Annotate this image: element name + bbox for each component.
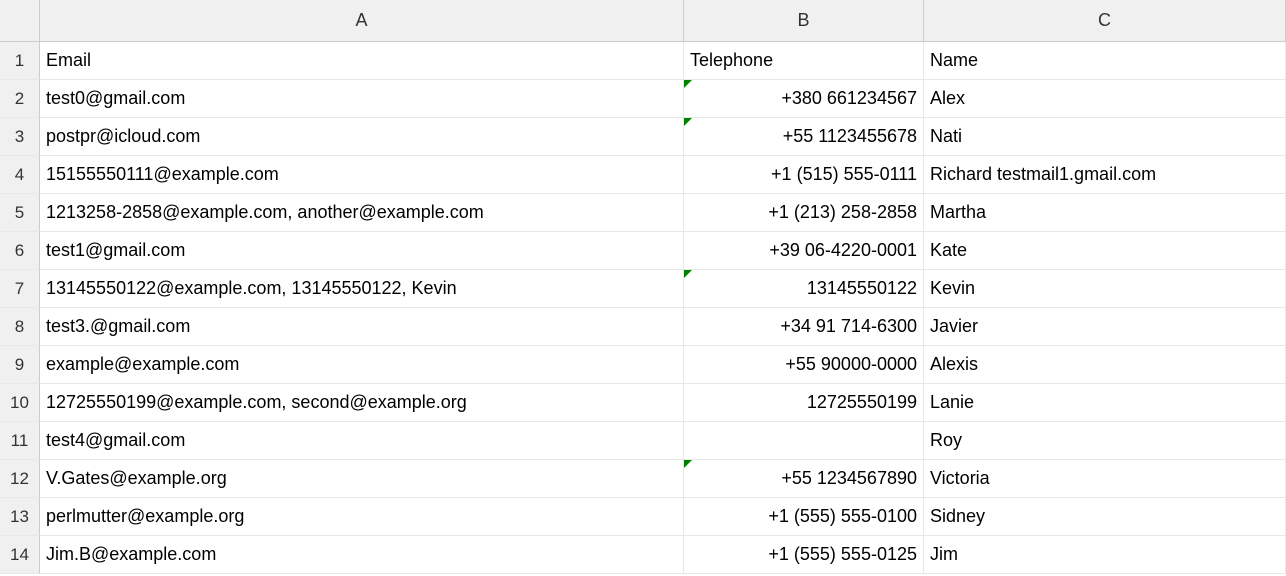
cell-A12[interactable]: V.Gates@example.org [40, 460, 684, 498]
cell-C7[interactable]: Kevin [924, 270, 1286, 308]
row-header[interactable]: 7 [0, 270, 40, 308]
row-header[interactable]: 9 [0, 346, 40, 384]
cell-C13[interactable]: Sidney [924, 498, 1286, 536]
cell-B12[interactable]: +55 1234567890 [684, 460, 924, 498]
row-header[interactable]: 3 [0, 118, 40, 156]
cell-B2[interactable]: +380 661234567 [684, 80, 924, 118]
cell-A7[interactable]: 13145550122@example.com, 13145550122, Ke… [40, 270, 684, 308]
cell-C6[interactable]: Kate [924, 232, 1286, 270]
cell-B7[interactable]: 13145550122 [684, 270, 924, 308]
cell-C12[interactable]: Victoria [924, 460, 1286, 498]
row-header[interactable]: 12 [0, 460, 40, 498]
select-all-corner[interactable] [0, 0, 40, 42]
cell-A13[interactable]: perlmutter@example.org [40, 498, 684, 536]
cell-C8[interactable]: Javier [924, 308, 1286, 346]
cell-B11[interactable] [684, 422, 924, 460]
cell-C4[interactable]: Richard testmail1.gmail.com [924, 156, 1286, 194]
cell-A4[interactable]: 15155550111@example.com [40, 156, 684, 194]
cell-B3[interactable]: +55 1123455678 [684, 118, 924, 156]
spreadsheet-grid[interactable]: A B C 1 Email Telephone Name 2 test0@gma… [0, 0, 1286, 574]
row-header[interactable]: 5 [0, 194, 40, 232]
cell-B13[interactable]: +1 (555) 555-0100 [684, 498, 924, 536]
cell-B5[interactable]: +1 (213) 258-2858 [684, 194, 924, 232]
cell-B1[interactable]: Telephone [684, 42, 924, 80]
row-header[interactable]: 14 [0, 536, 40, 574]
row-header[interactable]: 8 [0, 308, 40, 346]
col-header-C[interactable]: C [924, 0, 1286, 42]
col-header-B[interactable]: B [684, 0, 924, 42]
row-header[interactable]: 10 [0, 384, 40, 422]
cell-C1[interactable]: Name [924, 42, 1286, 80]
cell-B6[interactable]: +39 06-4220-0001 [684, 232, 924, 270]
cell-C2[interactable]: Alex [924, 80, 1286, 118]
row-header[interactable]: 11 [0, 422, 40, 460]
cell-C14[interactable]: Jim [924, 536, 1286, 574]
cell-A14[interactable]: Jim.B@example.com [40, 536, 684, 574]
cell-A2[interactable]: test0@gmail.com [40, 80, 684, 118]
row-header[interactable]: 4 [0, 156, 40, 194]
cell-A5[interactable]: 1213258-2858@example.com, another@exampl… [40, 194, 684, 232]
cell-A1[interactable]: Email [40, 42, 684, 80]
cell-C10[interactable]: Lanie [924, 384, 1286, 422]
cell-A3[interactable]: postpr@icloud.com [40, 118, 684, 156]
cell-A10[interactable]: 12725550199@example.com, second@example.… [40, 384, 684, 422]
cell-C11[interactable]: Roy [924, 422, 1286, 460]
col-header-A[interactable]: A [40, 0, 684, 42]
row-header[interactable]: 13 [0, 498, 40, 536]
row-header[interactable]: 2 [0, 80, 40, 118]
cell-B8[interactable]: +34 91 714-6300 [684, 308, 924, 346]
cell-B4[interactable]: +1 (515) 555-0111 [684, 156, 924, 194]
cell-B9[interactable]: +55 90000-0000 [684, 346, 924, 384]
cell-A9[interactable]: example@example.com [40, 346, 684, 384]
cell-A11[interactable]: test4@gmail.com [40, 422, 684, 460]
cell-C9[interactable]: Alexis [924, 346, 1286, 384]
row-header[interactable]: 1 [0, 42, 40, 80]
cell-A6[interactable]: test1@gmail.com [40, 232, 684, 270]
cell-B10[interactable]: 12725550199 [684, 384, 924, 422]
cell-A8[interactable]: test3.@gmail.com [40, 308, 684, 346]
cell-C3[interactable]: Nati [924, 118, 1286, 156]
row-header[interactable]: 6 [0, 232, 40, 270]
cell-B14[interactable]: +1 (555) 555-0125 [684, 536, 924, 574]
cell-C5[interactable]: Martha [924, 194, 1286, 232]
